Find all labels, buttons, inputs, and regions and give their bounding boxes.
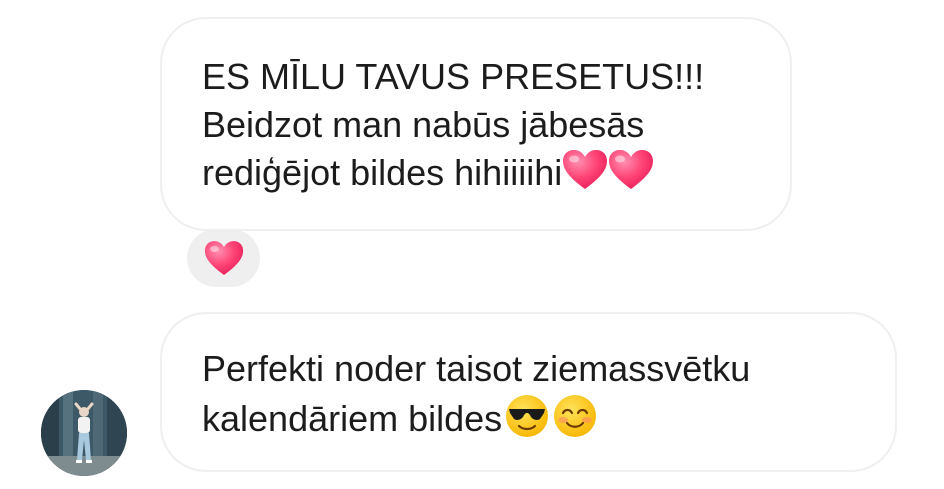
reaction-badge[interactable] bbox=[187, 229, 260, 287]
message-1-line-1: ES MĪLU TAVUS PRESETUS!!! bbox=[202, 56, 705, 97]
message-bubble-1[interactable]: ES MĪLU TAVUS PRESETUS!!! Beidzot man na… bbox=[160, 17, 792, 231]
avatar[interactable] bbox=[41, 390, 127, 476]
message-1-line-2: Beidzot man nabūs jābesās bbox=[202, 104, 645, 145]
message-bubble-2[interactable]: Perfekti noder taisot ziemassvētku kalen… bbox=[160, 312, 897, 472]
message-1-line-3: rediģējot bildes hihiiiihi bbox=[202, 152, 563, 193]
avatar-photo bbox=[41, 390, 127, 476]
heart-icon bbox=[563, 150, 608, 189]
heart-icon bbox=[204, 240, 243, 275]
message-2-line-2: kalendāriem bildes bbox=[202, 398, 503, 439]
message-2-line-2-wrap: kalendāriem bildes bbox=[202, 393, 895, 443]
smiling-face-with-sunglasses-icon bbox=[506, 395, 549, 437]
heart-icon bbox=[609, 150, 654, 189]
message-2-line-1: Perfekti noder taisot ziemassvētku bbox=[202, 348, 751, 389]
message-1-line-3-wrap: rediģējot bildes hihiiiihi bbox=[202, 149, 790, 197]
smiling-face-with-smiling-eyes-icon bbox=[554, 395, 597, 437]
